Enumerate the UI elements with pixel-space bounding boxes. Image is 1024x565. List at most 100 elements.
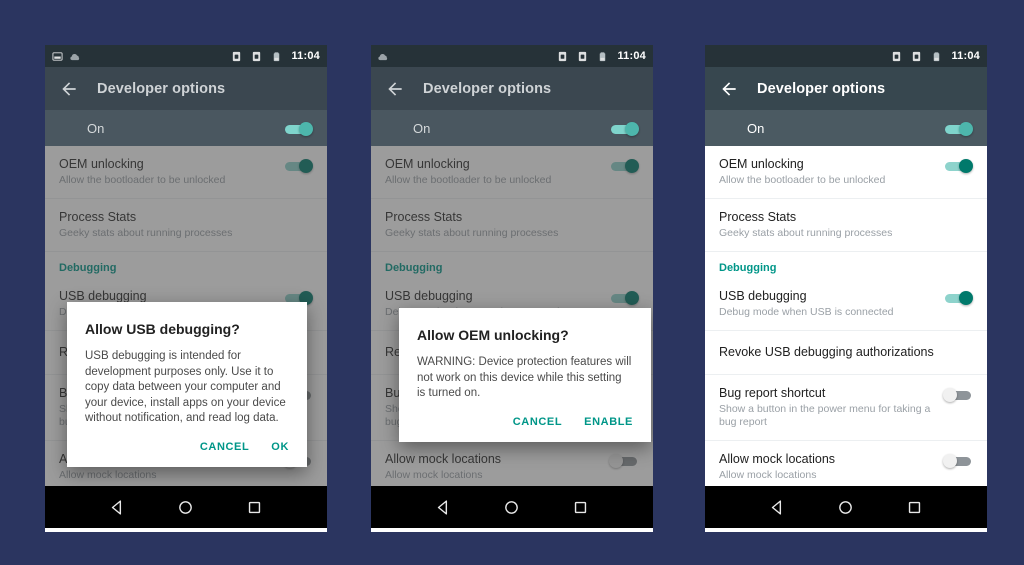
list-item-subtitle: Geeky stats about running processes — [719, 227, 893, 239]
recents-square-icon[interactable] — [906, 499, 923, 516]
phone-screen-usb-debugging: 11:04 Developer options On OEM unlocking… — [45, 45, 327, 532]
list-item-title: Revoke USB debugging authorizations — [719, 345, 934, 359]
list-item-texts: USB debugging Debug mode when USB is con… — [719, 289, 943, 319]
sim-card-2-icon — [579, 51, 587, 61]
toggle-usb-debugging[interactable] — [943, 291, 973, 305]
dialog-actions: CANCEL OK — [85, 441, 289, 459]
recents-square-icon[interactable] — [572, 499, 589, 516]
dialog-ok-button[interactable]: OK — [271, 441, 289, 453]
battery-icon — [600, 51, 606, 61]
page-title: Developer options — [423, 80, 552, 97]
developer-options-master-row[interactable]: On — [705, 110, 987, 146]
status-bar-left-icons — [52, 51, 81, 62]
app-bar: Developer options — [705, 67, 987, 110]
master-toggle-label: On — [87, 120, 105, 136]
back-arrow-icon[interactable] — [719, 79, 739, 99]
status-bar-right-icons: 11:04 — [891, 50, 980, 62]
sim-card-1-icon — [233, 51, 241, 61]
dialog-cancel-button[interactable]: CANCEL — [200, 441, 249, 453]
switch-thumb — [625, 122, 639, 136]
switch-thumb — [943, 388, 957, 402]
status-bar: 11:04 — [705, 45, 987, 67]
developer-options-master-row[interactable]: On — [371, 110, 653, 146]
phone-screen-developer-options-list: 11:04 Developer options On OEM unlocking… — [705, 45, 987, 532]
switch-thumb — [943, 454, 957, 468]
app-bar: Developer options — [371, 67, 653, 110]
back-triangle-icon[interactable] — [435, 499, 452, 516]
cloud-icon — [70, 53, 80, 60]
list-item-title: Allow mock locations — [719, 452, 836, 466]
dialog-body: WARNING: Device protection features will… — [417, 356, 632, 399]
battery-icon — [934, 51, 940, 61]
list-item-title: Bug report shortcut — [719, 386, 826, 400]
list-item-title: Process Stats — [719, 210, 797, 224]
master-toggle-switch[interactable] — [943, 122, 973, 136]
dialog-title: Allow OEM unlocking? — [417, 327, 569, 343]
list-item-subtitle: Show a button in the power menu for taki… — [719, 403, 931, 428]
sim-card-1-icon — [893, 51, 901, 61]
toggle-oem-unlocking[interactable] — [943, 159, 973, 173]
list-item-usb-debugging[interactable]: USB debugging Debug mode when USB is con… — [705, 278, 987, 331]
developer-options-master-row[interactable]: On — [45, 110, 327, 146]
phone-screen-oem-unlocking: 11:04 Developer options On OEM unlocking… — [371, 45, 653, 532]
settings-list: OEM unlocking Allow the bootloader to be… — [371, 146, 653, 486]
status-bar-clock: 11:04 — [617, 50, 646, 62]
toggle-allow-mock-locations[interactable] — [943, 454, 973, 468]
list-item-subtitle: Allow the bootloader to be unlocked — [719, 174, 886, 186]
list-item-process-stats[interactable]: Process Stats Geeky stats about running … — [705, 199, 987, 252]
home-circle-icon[interactable] — [503, 499, 520, 516]
status-bar-right-icons: 11:04 — [557, 50, 646, 62]
app-bar: Developer options — [45, 67, 327, 110]
status-bar-clock: 11:04 — [291, 50, 320, 62]
list-item-bug-report-shortcut[interactable]: Bug report shortcut Show a button in the… — [705, 375, 987, 441]
sim-card-1-icon — [559, 51, 567, 61]
switch-thumb — [959, 122, 973, 136]
back-triangle-icon[interactable] — [109, 499, 126, 516]
home-circle-icon[interactable] — [837, 499, 854, 516]
battery-icon — [274, 51, 280, 61]
list-item-title: OEM unlocking — [719, 157, 804, 171]
section-header-debugging: Debugging — [719, 262, 777, 274]
switch-thumb — [959, 291, 973, 305]
master-toggle-switch[interactable] — [283, 122, 313, 136]
dialog-allow-oem-unlocking: Allow OEM unlocking? WARNING: Device pro… — [399, 308, 651, 442]
list-item-texts: Process Stats Geeky stats about running … — [719, 210, 973, 240]
back-arrow-icon[interactable] — [59, 79, 79, 99]
sim-card-2-icon — [913, 51, 921, 61]
navigation-bar — [371, 486, 653, 528]
master-toggle-switch[interactable] — [609, 122, 639, 136]
switch-thumb — [299, 122, 313, 136]
list-item-revoke-usb-debugging-authorizations[interactable]: Revoke USB debugging authorizations — [705, 331, 987, 375]
recents-square-icon[interactable] — [246, 499, 263, 516]
status-bar: 11:04 — [45, 45, 327, 67]
settings-list: OEM unlocking Allow the bootloader to be… — [45, 146, 327, 486]
list-item-title: USB debugging — [719, 289, 807, 303]
settings-list: OEM unlocking Allow the bootloader to be… — [705, 146, 987, 486]
master-toggle-label: On — [413, 120, 431, 136]
list-item-texts: Revoke USB debugging authorizations — [719, 345, 973, 360]
dialog-enable-button[interactable]: ENABLE — [584, 416, 633, 428]
list-item-oem-unlocking[interactable]: OEM unlocking Allow the bootloader to be… — [705, 146, 987, 199]
dialog-title: Allow USB debugging? — [85, 321, 240, 337]
status-bar-clock: 11:04 — [951, 50, 980, 62]
dialog-actions: CANCEL ENABLE — [417, 416, 633, 434]
list-item-subtitle: Allow mock locations — [719, 469, 817, 481]
toggle-bug-report-shortcut[interactable] — [943, 388, 973, 402]
list-item-allow-mock-locations[interactable]: Allow mock locations Allow mock location… — [705, 441, 987, 486]
screenshot-icon — [52, 51, 63, 61]
screenshot-stage: 11:04 Developer options On OEM unlocking… — [0, 0, 1024, 565]
status-bar-right-icons: 11:04 — [231, 50, 320, 62]
status-bar-left-icons — [378, 51, 389, 62]
navigation-bar — [45, 486, 327, 528]
dialog-cancel-button[interactable]: CANCEL — [513, 416, 562, 428]
back-arrow-icon[interactable] — [385, 79, 405, 99]
status-bar: 11:04 — [371, 45, 653, 67]
list-item-texts: Allow mock locations Allow mock location… — [719, 452, 943, 482]
back-triangle-icon[interactable] — [769, 499, 786, 516]
navigation-bar — [705, 486, 987, 528]
cloud-icon — [378, 53, 388, 60]
page-title: Developer options — [97, 80, 226, 97]
home-circle-icon[interactable] — [177, 499, 194, 516]
dialog-body: USB debugging is intended for developmen… — [85, 350, 286, 424]
page-title: Developer options — [757, 80, 886, 97]
